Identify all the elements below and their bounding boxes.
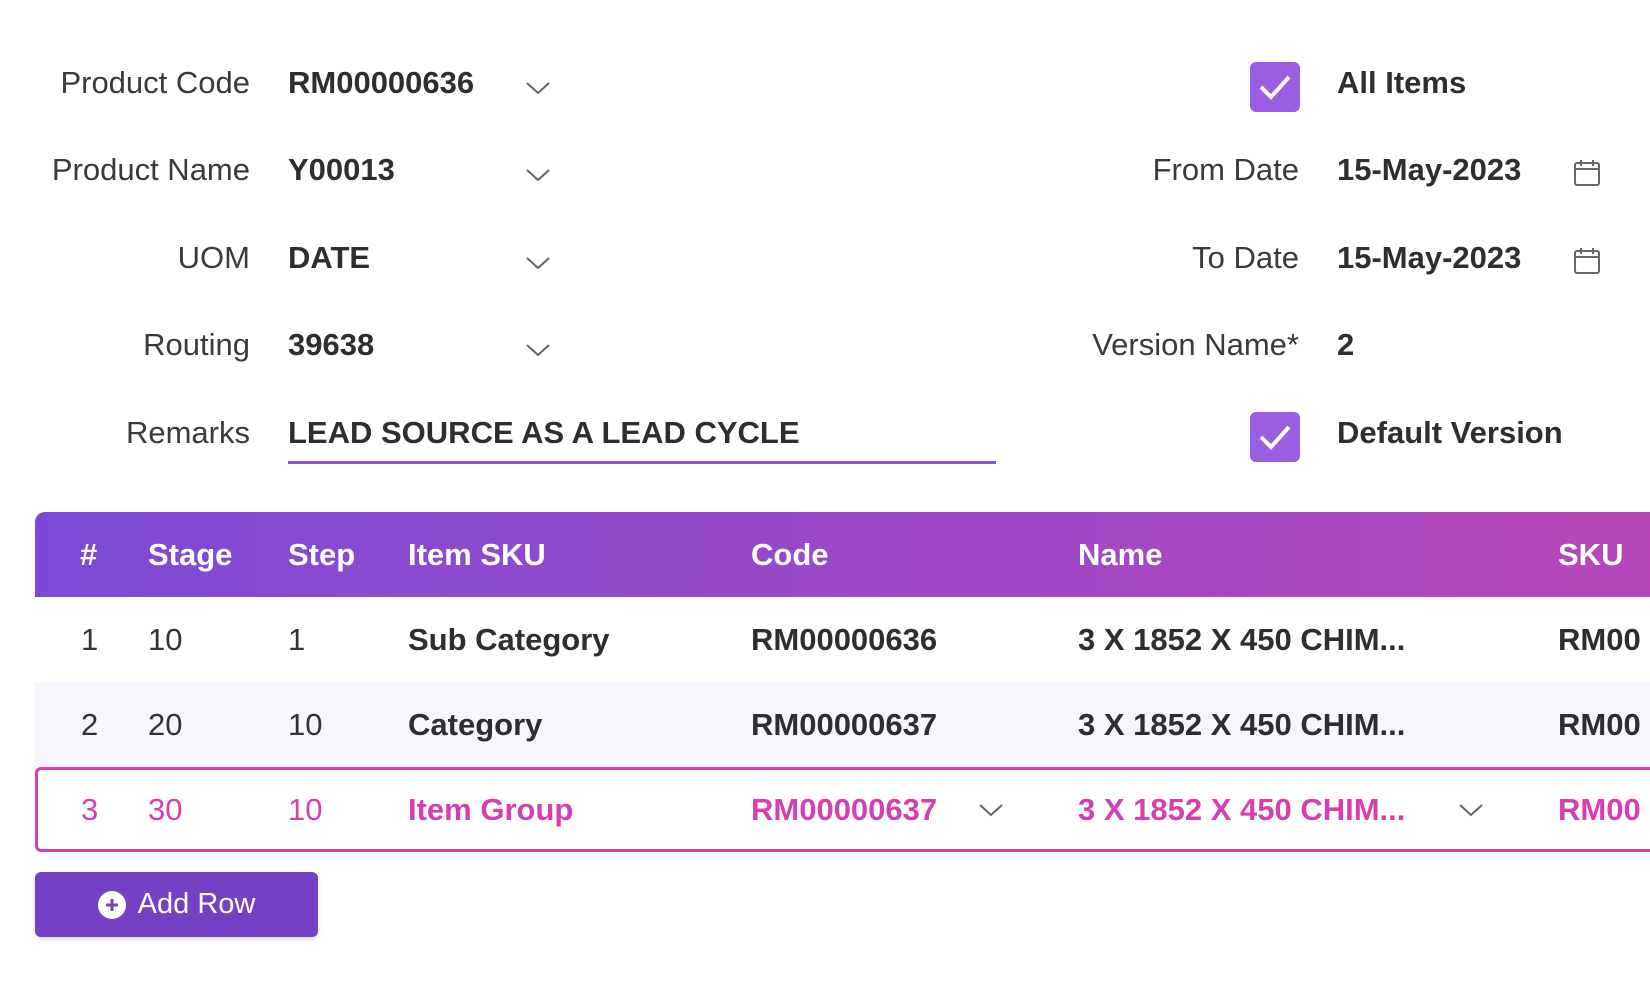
column-header-name[interactable]: Name: [1078, 512, 1162, 597]
add-row-label: Add Row: [137, 888, 256, 920]
checkmark-icon: [1259, 75, 1291, 100]
remarks-label: Remarks: [125, 415, 250, 450]
code-cell[interactable]: RM00000637: [751, 682, 937, 767]
stage-cell[interactable]: 10: [148, 597, 182, 682]
name-select[interactable]: 3 X 1852 X 450 CHIM...: [1078, 770, 1405, 849]
calendar-icon[interactable]: [1573, 246, 1601, 276]
sku-cell[interactable]: RM00: [1558, 770, 1641, 849]
row-number: 3: [81, 792, 99, 827]
sku-cell[interactable]: RM00: [1558, 682, 1641, 767]
chevron-down-icon[interactable]: [978, 802, 1004, 818]
sku-cell[interactable]: RM00: [1558, 597, 1641, 682]
chevron-down-icon[interactable]: [525, 255, 551, 271]
chevron-down-icon[interactable]: [525, 80, 551, 96]
default-version-label: Default Version: [1337, 415, 1563, 450]
stage-cell[interactable]: 20: [148, 682, 182, 767]
item-sku-cell[interactable]: Sub Category: [408, 597, 610, 682]
from-date-input[interactable]: 15-May-2023: [1337, 152, 1521, 188]
default-version-checkbox[interactable]: [1250, 412, 1300, 462]
column-header-stage[interactable]: Stage: [148, 512, 232, 597]
step-cell[interactable]: 1: [288, 597, 305, 682]
remarks-input[interactable]: LEAD SOURCE AS A LEAD CYCLE: [288, 415, 800, 451]
plus-circle-icon: [97, 890, 126, 919]
item-sku-cell[interactable]: Item Group: [408, 770, 573, 849]
product-code-select[interactable]: RM00000636: [288, 65, 474, 101]
column-header-number: #: [80, 537, 98, 572]
chevron-down-icon[interactable]: [525, 342, 551, 358]
row-number: 2: [81, 707, 99, 742]
chevron-down-icon[interactable]: [1458, 802, 1484, 818]
code-cell[interactable]: RM00000636: [751, 597, 937, 682]
to-date-label: To Date: [1192, 240, 1299, 275]
name-cell[interactable]: 3 X 1852 X 450 CHIM...: [1078, 682, 1405, 767]
row-number: 1: [81, 622, 99, 657]
checkmark-icon: [1259, 425, 1291, 450]
uom-label: UOM: [177, 240, 250, 275]
routing-label: Routing: [143, 327, 250, 362]
add-row-button[interactable]: Add Row: [35, 872, 318, 937]
calendar-icon[interactable]: [1573, 158, 1601, 188]
version-name-input[interactable]: 2: [1337, 327, 1354, 363]
to-date-input[interactable]: 15-May-2023: [1337, 240, 1521, 276]
from-date-label: From Date: [1152, 152, 1299, 187]
routing-select[interactable]: 39638: [288, 327, 374, 363]
table-header: # Stage Step Item SKU Code Name SKU: [35, 512, 1650, 597]
product-name-label: Product Name: [51, 152, 250, 187]
remarks-underline: [288, 461, 996, 464]
column-header-step[interactable]: Step: [288, 512, 355, 597]
uom-select[interactable]: DATE: [288, 240, 370, 276]
name-cell[interactable]: 3 X 1852 X 450 CHIM...: [1078, 597, 1405, 682]
version-name-label: Version Name*: [1092, 327, 1299, 362]
stage-cell[interactable]: 30: [148, 770, 182, 849]
all-items-label: All Items: [1337, 65, 1467, 100]
product-code-label: Product Code: [60, 65, 250, 100]
table-row[interactable]: 2 20 10 Category RM00000637 3 X 1852 X 4…: [35, 682, 1650, 767]
item-sku-cell[interactable]: Category: [408, 682, 542, 767]
chevron-down-icon[interactable]: [525, 167, 551, 183]
column-header-sku[interactable]: SKU: [1558, 512, 1623, 597]
step-cell[interactable]: 10: [288, 770, 322, 849]
column-header-code[interactable]: Code: [751, 512, 829, 597]
table-row-selected[interactable]: 3 30 10 Item Group RM00000637 3 X 1852 X…: [35, 767, 1650, 852]
product-name-select[interactable]: Y00013: [288, 152, 395, 188]
column-header-item-sku[interactable]: Item SKU: [408, 512, 546, 597]
table-row[interactable]: 1 10 1 Sub Category RM00000636 3 X 1852 …: [35, 597, 1650, 682]
code-select[interactable]: RM00000637: [751, 770, 937, 849]
step-cell[interactable]: 10: [288, 682, 322, 767]
all-items-checkbox[interactable]: [1250, 62, 1300, 112]
